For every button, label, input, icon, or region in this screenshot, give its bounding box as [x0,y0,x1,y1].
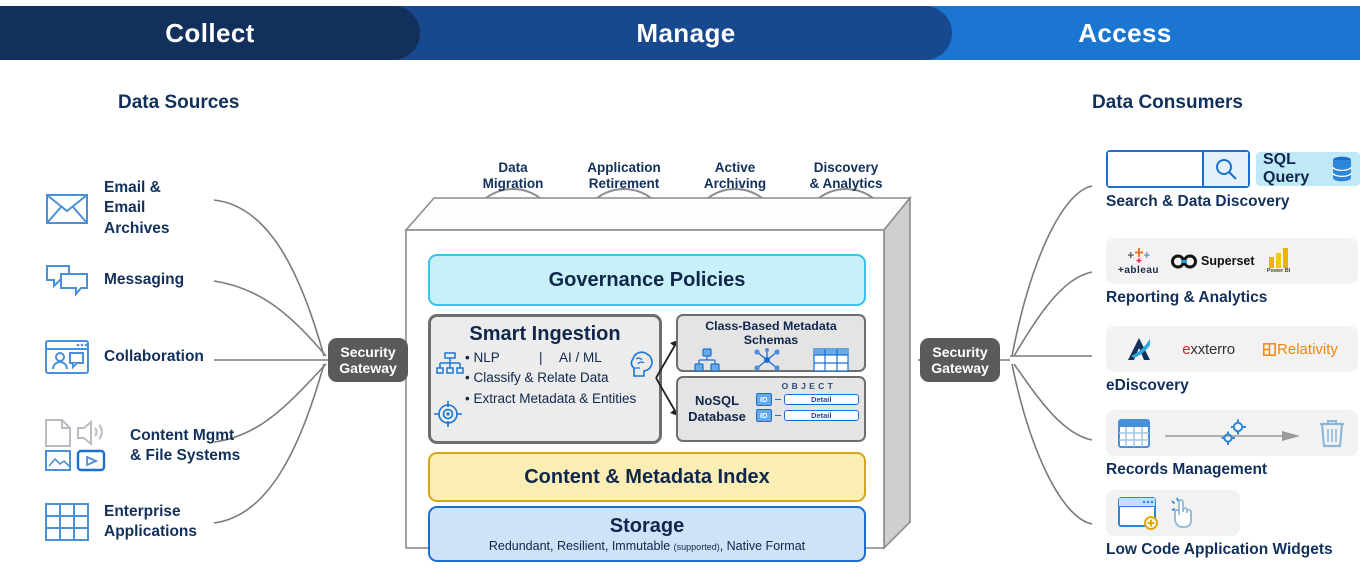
consumer-label-reporting: Reporting & Analytics [1106,289,1268,306]
search-icon[interactable] [1202,152,1248,186]
document-media-icon [44,418,116,474]
band-collect-label: Collect [165,17,255,48]
gateway-left-line1: Security [340,344,396,360]
smart-ingestion-title: Smart Ingestion [469,323,621,345]
consumer-label-records: Records Management [1106,461,1268,478]
window-plus-icon [1118,496,1160,530]
exterro-logo-text: exxterro [1182,340,1235,358]
trash-icon [1318,418,1346,448]
platform-box: Governance Policies Smart Ingestion • NL… [404,195,936,562]
bullet-extract: Extract Metadata & Entities [473,390,637,406]
schema-network-icon [753,348,781,371]
hierarchy-icon [436,352,464,376]
tap-hand-icon [1168,497,1200,529]
bullet-classify: Classify & Relate Data [473,370,609,386]
panel-governance-policies[interactable]: Governance Policies [428,254,866,306]
panel-class-based-schemas[interactable]: Class-Based Metadata Schemas [676,314,866,372]
source-item-email[interactable]: Email & Email Archives [44,178,169,239]
schema-hierarchy-icon [694,348,720,372]
bullet-divider: | [539,350,543,365]
ediscovery-logo-chip: exxterro Relativity [1106,326,1358,372]
tableau-logo-icon: +ableau [1118,247,1159,276]
arch-caption-data-migration: Data Migration [482,160,544,192]
source-label-content-mgmt: Content Mgmt & File Systems [130,426,241,464]
source-item-content-mgmt[interactable]: Content Mgmt & File Systems [44,418,240,474]
consumer-label-ediscovery: eDiscovery [1106,377,1189,394]
source-label-email: Email & Email Archives [104,179,170,237]
source-item-enterprise-apps[interactable]: Enterprise Applications [44,502,197,543]
sql-query-label: SQL Query [1263,151,1310,186]
consumer-low-code-widgets[interactable]: Low Code Application Widgets [1106,490,1333,559]
band-collect: Collect [0,6,420,60]
index-title: Content & Metadata Index [524,465,770,488]
source-item-collaboration[interactable]: Collaboration [44,340,204,374]
bullet-aiml: AI / ML [559,350,602,365]
security-gateway-left[interactable]: Security Gateway [328,338,408,383]
powerbi-logo-icon: Power BI [1267,248,1291,274]
band-access-label: Access [1078,17,1172,48]
governance-title: Governance Policies [548,268,746,291]
records-icon-chip [1106,410,1358,456]
gateway-left-line2: Gateway [339,360,397,377]
gateway-right-line2: Gateway [931,360,989,377]
apex-logo-icon [1126,336,1154,362]
collaboration-window-icon [44,340,90,374]
panel-storage[interactable]: Storage Redundant, Resilient, Immutable … [428,506,866,562]
nosql-row: ID Detail [756,409,859,422]
nosql-row: ID Detail [756,393,859,406]
class-schemas-title: Class-Based Metadata Schemas [705,319,837,347]
chat-bubbles-icon [44,264,90,297]
arch-caption-active-archiving: Active Archiving [703,160,767,192]
gateway-right-line1: Security [932,344,988,360]
calendar-icon [1118,418,1150,448]
gears-arrow-icon [1162,418,1306,448]
reporting-logo-chip: +ableau Superset Power BI [1106,238,1358,284]
panel-nosql-database[interactable]: NoSQL Database O B J E C T ID Detail ID D… [676,376,866,442]
consumer-label-lowcode: Low Code Application Widgets [1106,541,1333,558]
target-extract-icon [433,400,463,428]
security-gateway-right[interactable]: Security Gateway [920,338,1000,383]
consumer-label-search: Search & Data Discovery [1106,193,1290,210]
source-label-enterprise-apps: Enterprise Applications [104,503,198,541]
panel-content-metadata-index[interactable]: Content & Metadata Index [428,452,866,502]
page-title-data-consumers: Data Consumers [1092,92,1243,113]
nosql-name: NoSQL Database [688,393,746,424]
lowcode-icon-chip [1106,490,1240,536]
consumer-ediscovery[interactable]: exxterro Relativity eDiscovery [1106,326,1358,395]
consumer-search-discovery[interactable]: SQL Query Search & Data Discovery [1106,150,1360,211]
arch-caption-discovery-analytics: Discovery & Analytics [809,160,883,192]
storage-subtitle: Redundant, Resilient, Immutable (support… [488,539,806,553]
nosql-object-header: O B J E C T [781,381,834,391]
source-label-collaboration: Collaboration [104,347,204,365]
brain-ai-icon [626,350,656,378]
relativity-logo-icon: Relativity [1263,341,1338,358]
schema-table-icon [813,348,849,372]
envelope-icon [44,193,90,224]
panel-smart-ingestion[interactable]: Smart Ingestion • NLP | AI / ML • Classi… [428,314,662,444]
sql-query-badge[interactable]: SQL Query [1256,151,1360,186]
storage-title: Storage [609,515,685,537]
source-label-messaging: Messaging [104,270,185,288]
source-item-messaging[interactable]: Messaging [44,264,185,297]
table-grid-icon [44,503,90,542]
arch-caption-application-retirement: Application Retirement [587,160,661,192]
search-input[interactable] [1108,152,1202,186]
database-icon [1331,156,1353,182]
smart-ingestion-bullets: • NLP | AI / ML • Classify & Relate Data… [465,350,637,406]
consumer-records-management[interactable]: Records Management [1106,410,1358,479]
page-title-data-sources: Data Sources [118,92,240,113]
bullet-nlp: NLP [473,350,500,365]
band-manage-label: Manage [636,17,736,48]
consumer-reporting-analytics[interactable]: +ableau Superset Power BI Reporting & An… [1106,238,1358,307]
superset-logo-icon: Superset [1171,253,1255,269]
